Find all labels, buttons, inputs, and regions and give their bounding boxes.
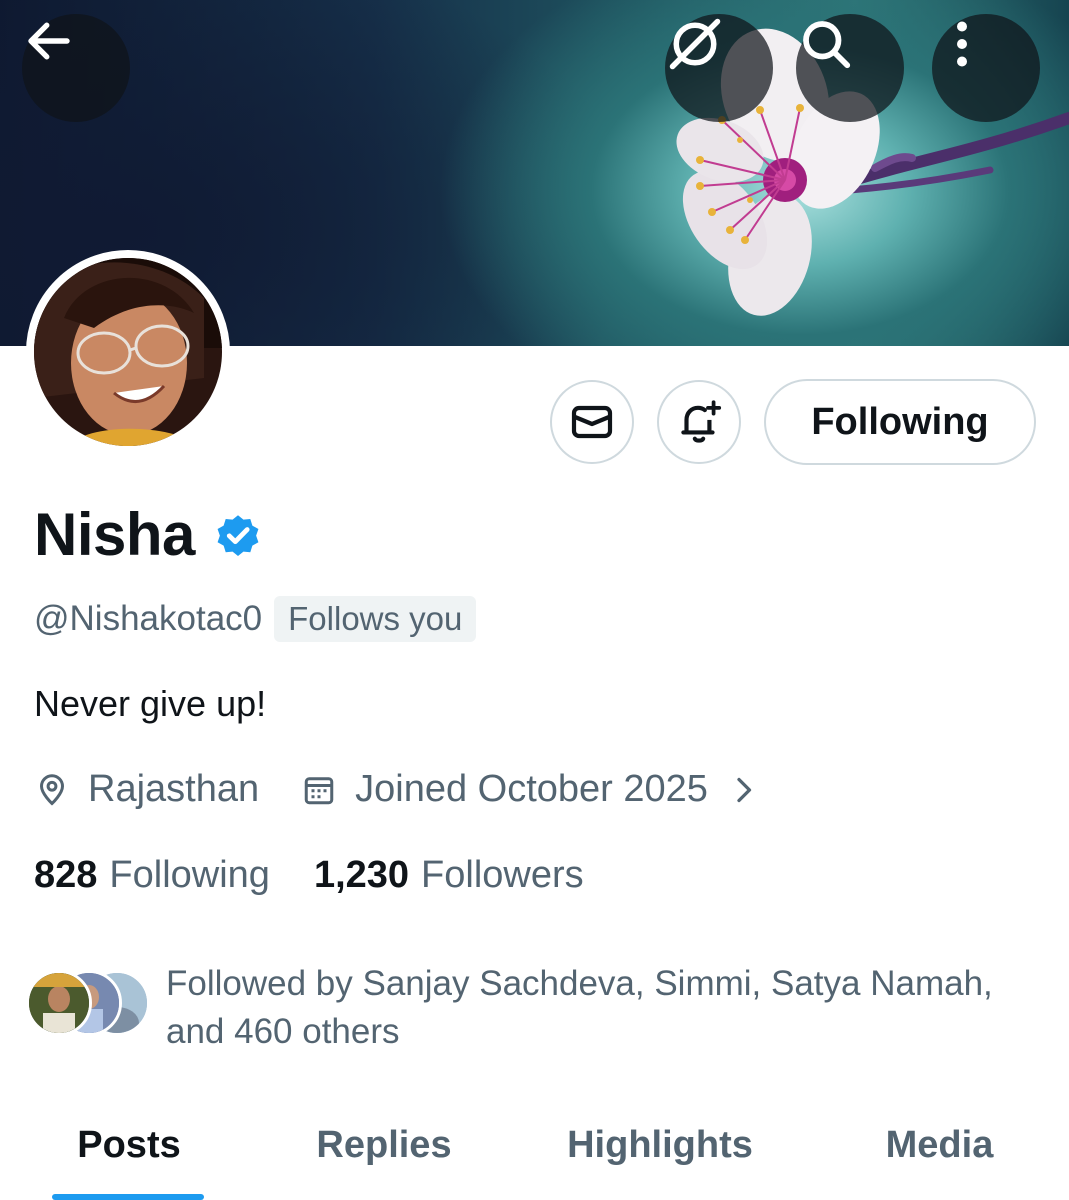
followers-count: 1,230 <box>313 854 410 896</box>
location-pin-icon <box>39 773 65 806</box>
calendar-icon <box>304 776 334 804</box>
grok-button[interactable] <box>665 14 773 122</box>
follows-you-badge: Follows you <box>274 596 477 642</box>
joined-date: Joined October 2025 <box>355 768 708 810</box>
active-tab-indicator <box>52 1194 204 1200</box>
bell-plus-icon <box>681 400 722 443</box>
joined-item[interactable]: Joined October 2025 <box>301 768 760 811</box>
back-button[interactable] <box>22 14 130 122</box>
tab-replies-label: Replies <box>316 1124 452 1166</box>
arrow-left-icon <box>28 22 70 60</box>
following-count-link[interactable]: 828 Following <box>34 854 270 897</box>
tab-highlights[interactable]: Highlights <box>510 1110 810 1200</box>
display-name: Nisha <box>34 501 195 568</box>
following-button[interactable]: Following <box>764 379 1036 465</box>
profile-bio: Never give up! <box>34 683 267 724</box>
location-item: Rajasthan <box>34 768 259 811</box>
tab-highlights-label: Highlights <box>567 1124 753 1166</box>
tab-posts[interactable]: Posts <box>0 1110 258 1200</box>
grok-icon <box>669 18 721 70</box>
mutual-avatar-1-image <box>29 973 89 1033</box>
tab-posts-label: Posts <box>77 1124 181 1166</box>
search-button[interactable] <box>796 14 904 122</box>
profile-tabs: Posts Replies Highlights Media <box>0 1110 1069 1200</box>
verified-badge-icon[interactable] <box>213 510 263 560</box>
more-vertical-icon <box>957 21 967 67</box>
chevron-right-icon <box>737 777 752 802</box>
followers-label: Followers <box>421 854 584 896</box>
tab-replies[interactable]: Replies <box>258 1110 510 1200</box>
profile-page: Following Nisha @Nishakotac0 Follows you… <box>0 0 1069 1200</box>
location-text: Rajasthan <box>88 768 260 810</box>
follow-stats: 828 Following 1,230 Followers <box>34 854 584 897</box>
search-icon <box>803 21 851 69</box>
following-count: 828 <box>34 854 98 896</box>
mutual-avatars <box>26 970 156 1040</box>
followers-count-link[interactable]: 1,230 Followers <box>314 854 584 897</box>
tab-media-label: Media <box>885 1124 994 1166</box>
tab-media[interactable]: Media <box>810 1110 1069 1200</box>
notifications-button[interactable] <box>657 380 741 464</box>
handle-row: @Nishakotac0 Follows you <box>34 596 477 642</box>
followed-by-row[interactable]: Followed by Sanjay Sachdeva, Simmi, Saty… <box>26 960 1036 1060</box>
profile-meta: Rajasthan Joined October 2025 <box>34 768 760 811</box>
more-options-button[interactable] <box>932 14 1040 122</box>
avatar-photo <box>34 258 222 446</box>
mutual-avatar-1 <box>26 970 92 1036</box>
following-label: Following <box>109 854 270 896</box>
followed-by-text: Followed by Sanjay Sachdeva, Simmi, Saty… <box>166 964 993 1051</box>
mail-icon <box>571 405 613 439</box>
profile-avatar[interactable] <box>26 250 230 454</box>
message-button[interactable] <box>550 380 634 464</box>
user-handle: @Nishakotac0 <box>34 599 263 638</box>
name-row: Nisha <box>34 500 263 569</box>
